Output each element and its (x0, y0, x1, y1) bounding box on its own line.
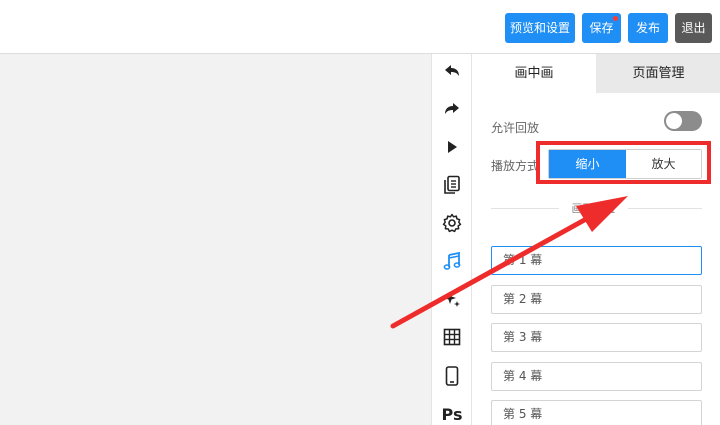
play-mode-label: 播放方式 (491, 159, 540, 173)
section-divider-left (491, 208, 559, 209)
scene-item[interactable]: 第 2 幕 (491, 285, 702, 314)
scene-settings-title: 画面设置 (571, 202, 616, 215)
scene-item[interactable]: 第 1 幕 (491, 246, 702, 275)
grid-table-icon[interactable] (432, 322, 472, 352)
publish-button[interactable]: 发布 (628, 13, 668, 43)
mobile-phone-icon[interactable] (432, 361, 472, 391)
pages-copy-icon[interactable] (432, 170, 472, 200)
redo-icon[interactable] (432, 94, 472, 124)
tool-strip: Ps (431, 54, 471, 425)
photoshop-icon[interactable]: Ps (432, 399, 472, 425)
exit-button[interactable]: 退出 (675, 13, 712, 43)
tab-page-management[interactable]: 页面管理 (596, 54, 720, 93)
scene-item[interactable]: 第 4 幕 (491, 362, 702, 391)
annotation-highlight-box (536, 141, 711, 184)
save-button[interactable]: 保存 (582, 13, 621, 43)
top-toolbar: 预览和设置 保存 发布 退出 (0, 0, 720, 54)
scene-item[interactable]: 第 3 幕 (491, 323, 702, 352)
gear-icon[interactable] (432, 208, 472, 238)
music-note-icon[interactable] (432, 246, 472, 276)
undo-icon[interactable] (432, 56, 472, 86)
toggle-knob (666, 113, 682, 129)
save-button-label: 保存 (589, 21, 614, 35)
unsaved-dot-icon (613, 16, 618, 21)
settings-panel: 画中画 页面管理 允许回放 播放方式 缩小 放大 画面设置 第 1 幕 第 2 … (471, 54, 720, 425)
panel-tabs: 画中画 页面管理 (472, 54, 720, 93)
section-divider-right (628, 208, 702, 209)
preview-settings-button[interactable]: 预览和设置 (505, 13, 575, 43)
allow-replay-label: 允许回放 (491, 121, 540, 135)
allow-replay-toggle[interactable] (664, 111, 702, 131)
canvas-area[interactable] (0, 55, 431, 425)
scene-item[interactable]: 第 5 幕 (491, 400, 702, 425)
sparkle-effects-icon[interactable] (432, 284, 472, 314)
play-icon[interactable] (432, 132, 472, 162)
editor-window: 预览和设置 保存 发布 退出 Ps 画中画 页面管理 允许回放 播放方式 缩小 … (0, 0, 720, 425)
tab-picture-in-picture[interactable]: 画中画 (472, 54, 596, 93)
